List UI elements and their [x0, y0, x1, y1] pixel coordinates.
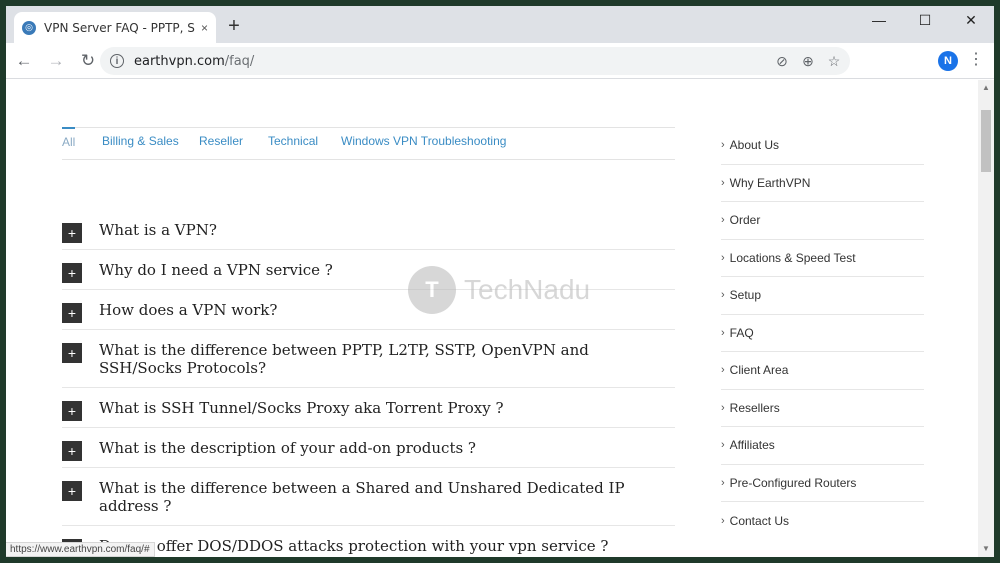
faq-question[interactable]: Do you offer DOS/DDOS attacks protection…: [99, 537, 675, 555]
url-host: earthvpn.com: [134, 53, 225, 69]
sidebar-item-locations-speed-test[interactable]: › Locations & Speed Test: [721, 240, 924, 277]
sidebar-item-label: Client Area: [729, 363, 789, 378]
sidebar-item-affiliates[interactable]: › Affiliates: [721, 427, 924, 465]
expand-plus-icon[interactable]: +: [62, 441, 82, 461]
globe-icon: ◎: [22, 20, 36, 35]
chevron-right-icon: ›: [721, 514, 725, 527]
chevron-right-icon: ›: [721, 251, 725, 264]
faq-filter-bar: All Billing & Sales Reseller Technical W…: [62, 127, 675, 160]
faq-question[interactable]: What is a VPN?: [99, 221, 675, 239]
sidebar-item-why-earthvpn[interactable]: › Why EarthVPN: [721, 165, 924, 202]
sidebar-item-about-us[interactable]: › About Us: [721, 127, 924, 165]
info-icon[interactable]: i: [110, 54, 124, 68]
reload-button[interactable]: ↻: [74, 47, 102, 75]
new-tab-button[interactable]: +: [222, 15, 246, 39]
bookmark-star-icon[interactable]: ☆: [826, 53, 842, 70]
page-scrollbar[interactable]: ▲ ▼: [978, 80, 994, 557]
filter-technical[interactable]: Technical: [268, 130, 318, 148]
forward-button[interactable]: →: [42, 47, 70, 75]
maximize-button[interactable]: ☐: [902, 6, 948, 34]
filter-windows-vpn-troubleshooting[interactable]: Windows VPN Troubleshooting: [341, 130, 506, 148]
faq-item[interactable]: + What is SSH Tunnel/Socks Proxy aka Tor…: [62, 388, 675, 428]
back-button[interactable]: ←: [10, 47, 38, 75]
sidebar-item-label: Affiliates: [729, 438, 775, 453]
sidebar-item-label: Order: [729, 213, 761, 228]
page-viewport: All Billing & Sales Reseller Technical W…: [6, 80, 976, 557]
faq-question[interactable]: What is the difference between a Shared …: [99, 479, 675, 515]
browser-window: ◎ VPN Server FAQ - PPTP, SSTP, L2TP × + …: [6, 6, 994, 557]
expand-plus-icon[interactable]: +: [62, 481, 82, 501]
sidebar-item-contact-us[interactable]: › Contact Us: [721, 502, 924, 540]
minimize-button[interactable]: —: [856, 6, 902, 34]
browser-toolbar: ← → ↻ i earthvpn.com/faq/ ⊘ ⊕ ☆ N ⋮: [6, 43, 994, 79]
chevron-right-icon: ›: [721, 476, 725, 489]
sidebar-item-label: Resellers: [729, 400, 780, 415]
chevron-right-icon: ›: [721, 364, 725, 377]
sidebar-item-client-area[interactable]: › Client Area: [721, 352, 924, 390]
chevron-right-icon: ›: [721, 139, 725, 152]
menu-icon[interactable]: ⋮: [968, 51, 984, 69]
profile-avatar[interactable]: N: [938, 51, 958, 71]
tab-title: VPN Server FAQ - PPTP, SSTP, L2TP: [44, 20, 195, 35]
faq-item[interactable]: + What is the description of your add-on…: [62, 428, 675, 468]
watermark-text: TechNadu: [464, 274, 591, 305]
sidebar-item-resellers[interactable]: › Resellers: [721, 390, 924, 427]
chevron-right-icon: ›: [721, 214, 725, 227]
expand-plus-icon[interactable]: +: [62, 343, 82, 363]
expand-plus-icon[interactable]: +: [62, 401, 82, 421]
filter-all[interactable]: All: [62, 127, 76, 149]
scroll-up-arrow-icon[interactable]: ▲: [978, 80, 994, 96]
sidebar-item-label: Setup: [729, 288, 762, 303]
expand-plus-icon[interactable]: +: [62, 263, 82, 283]
sidebar-item-label: FAQ: [729, 325, 754, 340]
zoom-icon[interactable]: ⊕: [800, 53, 816, 70]
scroll-down-arrow-icon[interactable]: ▼: [978, 541, 994, 557]
sidebar-nav: › About Us › Why EarthVPN › Order › Location…: [721, 127, 924, 540]
scroll-thumb[interactable]: [981, 110, 991, 172]
chevron-right-icon: ›: [721, 439, 725, 452]
close-icon[interactable]: ×: [201, 21, 208, 35]
expand-plus-icon[interactable]: +: [62, 303, 82, 323]
sidebar-item-faq[interactable]: › FAQ: [721, 315, 924, 352]
sidebar-item-setup[interactable]: › Setup: [721, 277, 924, 315]
sidebar-item-label: About Us: [729, 138, 780, 153]
filter-reseller[interactable]: Reseller: [199, 130, 243, 148]
technadu-logo-icon: T: [408, 266, 456, 314]
window-controls: — ☐ ✕: [856, 6, 994, 34]
technadu-watermark: T TechNadu: [408, 266, 590, 314]
faq-item[interactable]: + What is the difference between a Share…: [62, 468, 675, 526]
chevron-right-icon: ›: [721, 401, 725, 414]
sidebar-item-pre-configured-routers[interactable]: › Pre-Configured Routers: [721, 465, 924, 502]
browser-tab[interactable]: ◎ VPN Server FAQ - PPTP, SSTP, L2TP ×: [14, 12, 216, 43]
url-text[interactable]: earthvpn.com/faq/: [134, 54, 254, 69]
sidebar-item-label: Contact Us: [729, 513, 790, 528]
omnibox-icons: ⊘ ⊕ ☆: [774, 47, 842, 75]
status-bar-url: https://www.earthvpn.com/faq/#: [6, 542, 155, 557]
filter-billing-sales[interactable]: Billing & Sales: [102, 130, 179, 148]
url-path: /faq/: [224, 53, 255, 69]
faq-item[interactable]: + What is a VPN?: [62, 210, 675, 250]
chevron-right-icon: ›: [721, 326, 725, 339]
blocked-content-icon[interactable]: ⊘: [774, 53, 790, 70]
sidebar-item-label: Locations & Speed Test: [729, 250, 856, 265]
faq-list: + What is a VPN? + Why do I need a VPN s…: [62, 210, 675, 557]
close-window-button[interactable]: ✕: [948, 6, 994, 34]
faq-question[interactable]: What is SSH Tunnel/Socks Proxy aka Torre…: [99, 399, 675, 417]
faq-item[interactable]: + What is the difference between PPTP, L…: [62, 330, 675, 388]
faq-question[interactable]: What is the description of your add-on p…: [99, 439, 675, 457]
address-bar[interactable]: i earthvpn.com/faq/ ⊘ ⊕ ☆: [100, 47, 850, 75]
tab-strip: ◎ VPN Server FAQ - PPTP, SSTP, L2TP × + …: [6, 6, 994, 43]
sidebar-item-order[interactable]: › Order: [721, 202, 924, 240]
expand-plus-icon[interactable]: +: [62, 223, 82, 243]
chevron-right-icon: ›: [721, 176, 725, 189]
sidebar-item-label: Pre-Configured Routers: [729, 475, 857, 490]
sidebar-item-label: Why EarthVPN: [729, 175, 811, 190]
chevron-right-icon: ›: [721, 289, 725, 302]
faq-question[interactable]: What is the difference between PPTP, L2T…: [99, 341, 675, 377]
